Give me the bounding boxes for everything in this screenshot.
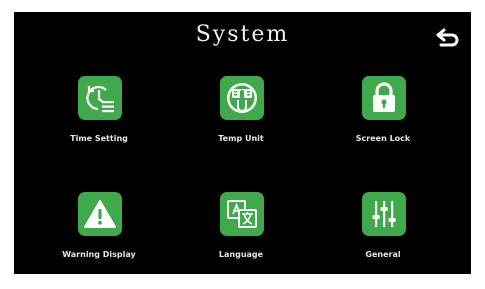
tile-label: Temp Unit (218, 134, 264, 143)
thermometer-icon (227, 83, 257, 113)
tile-label: Warning Display (62, 250, 136, 259)
tile-icon-bg (362, 76, 406, 120)
tile-temp-unit[interactable]: Temp Unit (186, 76, 296, 176)
tile-general[interactable]: General (328, 192, 438, 274)
tile-icon-bg (220, 76, 264, 120)
warning-icon (84, 200, 116, 228)
tile-icon-bg (78, 76, 122, 120)
system-screen: System Time Setting Temp Unit Screen Loc… (14, 12, 471, 274)
tile-screen-lock[interactable]: Screen Lock (328, 76, 438, 176)
language-icon (227, 200, 257, 228)
clock-list-icon (86, 85, 114, 113)
tile-label: Language (218, 250, 264, 259)
tile-label: Screen Lock (355, 134, 411, 143)
tile-warning-display[interactable]: Warning Display (44, 192, 154, 274)
page-title: System (195, 22, 290, 47)
back-arrow-icon (436, 28, 459, 47)
tile-icon-bg (362, 192, 406, 236)
lock-icon (373, 82, 395, 112)
tile-time-setting[interactable]: Time Setting (44, 76, 154, 176)
tile-label: General (365, 250, 401, 259)
sliders-icon (372, 201, 396, 227)
tile-icon-bg (220, 192, 264, 236)
back-button[interactable] (433, 25, 463, 51)
tile-label: Time Setting (70, 134, 128, 143)
tile-icon-bg (78, 192, 122, 236)
tile-language[interactable]: Language (186, 192, 296, 274)
